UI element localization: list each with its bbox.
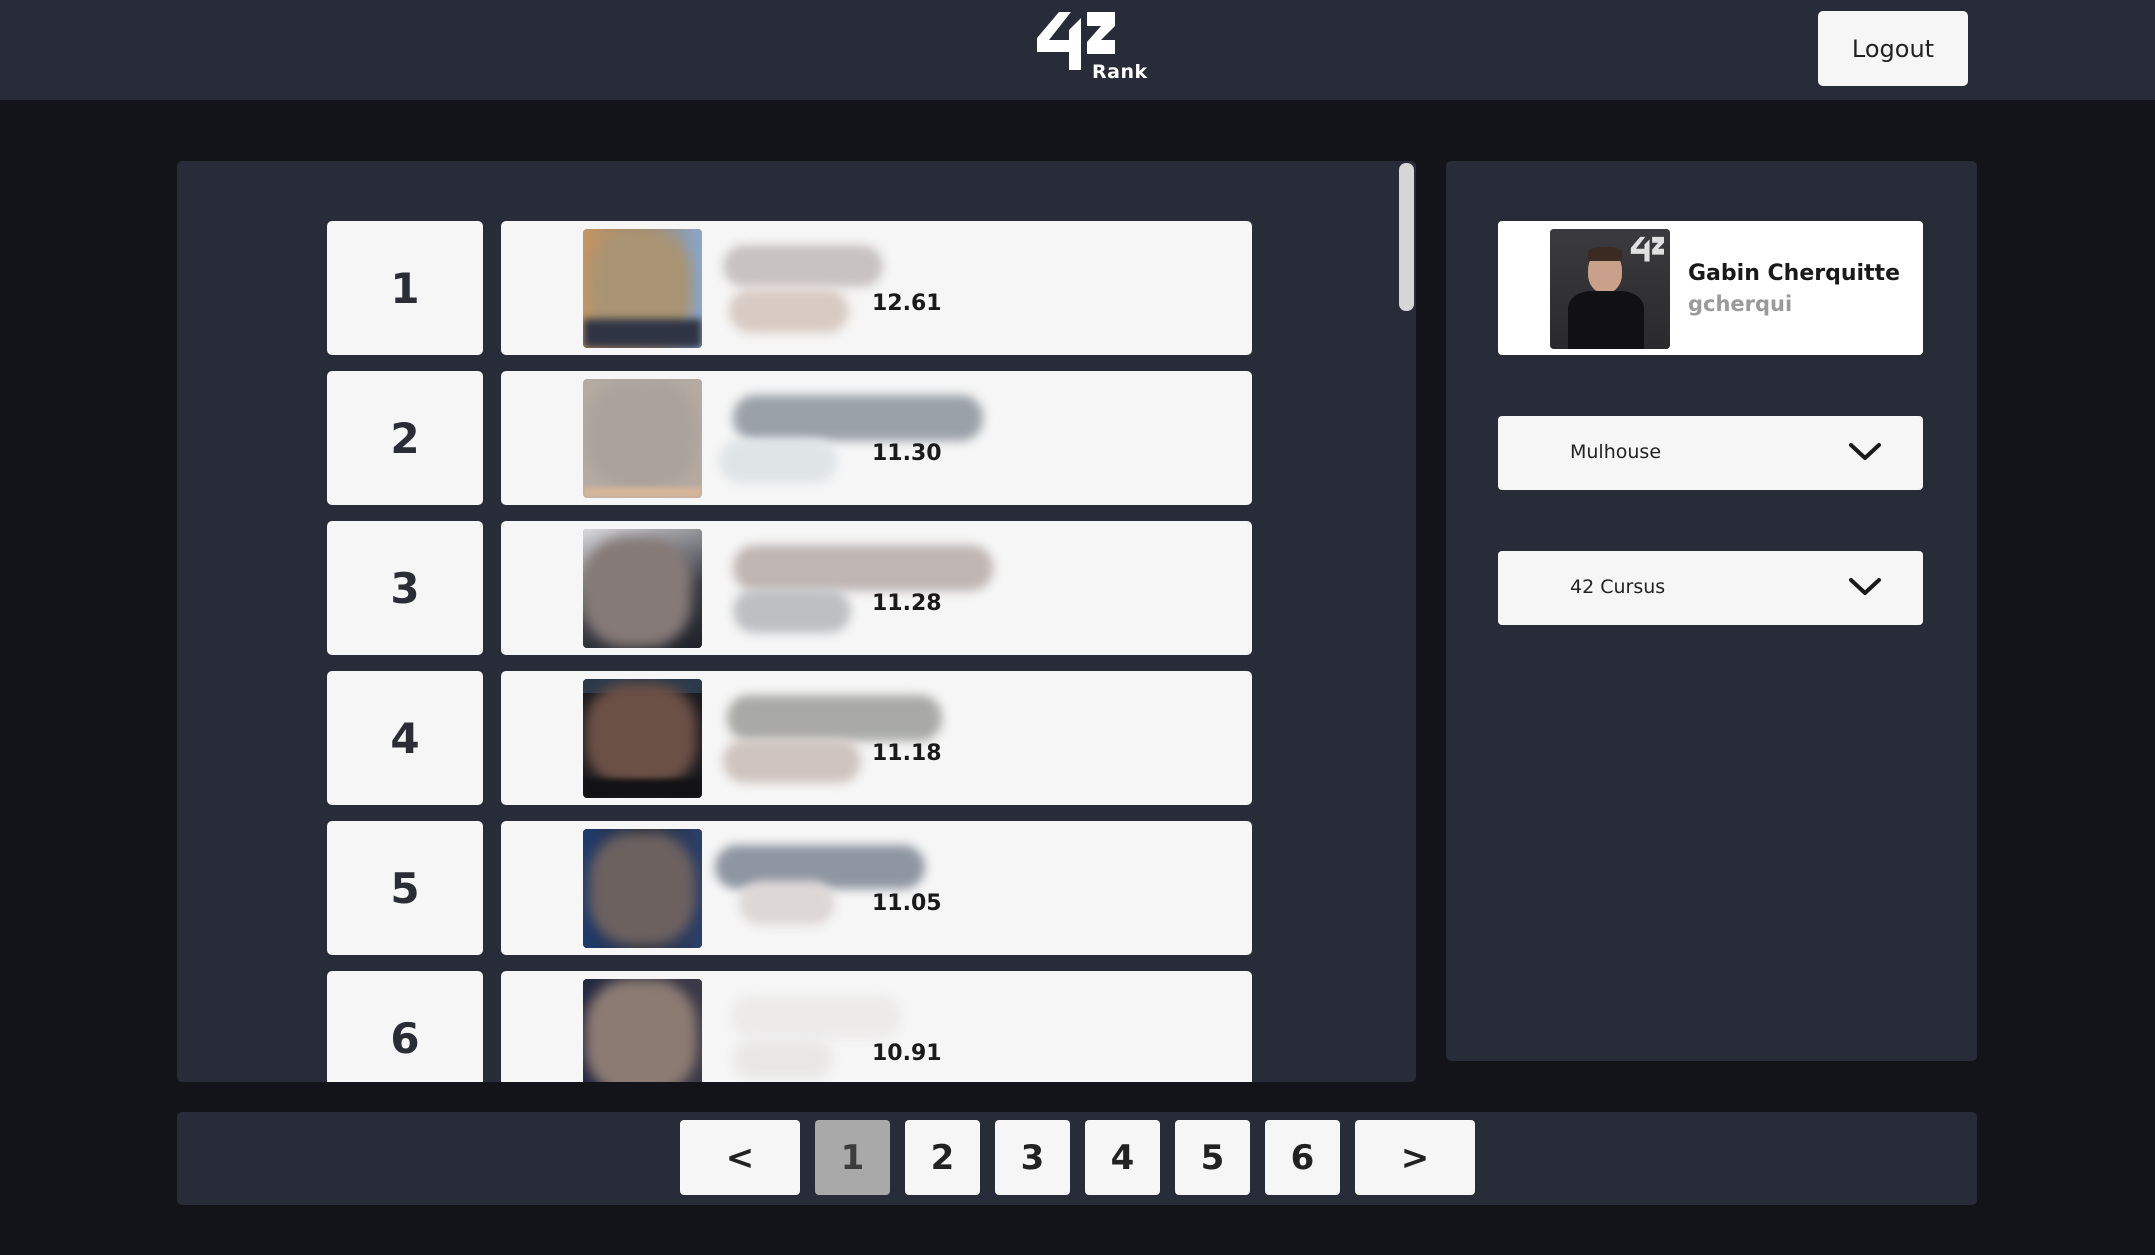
avatar bbox=[583, 529, 702, 648]
blurred-name bbox=[733, 545, 993, 591]
blurred-login bbox=[719, 439, 837, 483]
blurred-login bbox=[729, 289, 849, 333]
leaderboard-panel: 1 12.61 2 11.30 3 11.28 4 11.18 5 11.05 … bbox=[177, 161, 1416, 1082]
user-card[interactable]: 10.91 bbox=[501, 971, 1252, 1082]
avatar bbox=[583, 379, 702, 498]
pagination: < 1 2 3 4 5 6 > bbox=[177, 1112, 1977, 1205]
side-panel: Gabin Cherquitte gcherqui Mulhouse 42 Cu… bbox=[1446, 161, 1977, 1061]
scrollbar-thumb[interactable] bbox=[1399, 163, 1414, 311]
rank-number: 5 bbox=[327, 821, 483, 955]
profile-name: Gabin Cherquitte bbox=[1688, 261, 1900, 286]
cursus-select[interactable]: 42 Cursus bbox=[1498, 551, 1923, 625]
rank-number: 2 bbox=[327, 371, 483, 505]
blurred-name bbox=[723, 245, 883, 287]
profile-card[interactable]: Gabin Cherquitte gcherqui bbox=[1498, 221, 1923, 355]
page-button-6[interactable]: 6 bbox=[1265, 1120, 1340, 1195]
campus-select-value: Mulhouse bbox=[1570, 441, 1662, 463]
page-button-1[interactable]: 1 bbox=[815, 1120, 890, 1195]
avatar bbox=[583, 229, 702, 348]
leaderboard-row[interactable]: 2 11.30 bbox=[177, 371, 1277, 505]
page-button-4[interactable]: 4 bbox=[1085, 1120, 1160, 1195]
blurred-login bbox=[739, 881, 835, 925]
rank-number: 6 bbox=[327, 971, 483, 1082]
rank-number: 1 bbox=[327, 221, 483, 355]
avatar bbox=[583, 829, 702, 948]
user-card[interactable]: 11.28 bbox=[501, 521, 1252, 655]
leaderboard-row[interactable]: 5 11.05 bbox=[177, 821, 1277, 955]
profile-avatar bbox=[1550, 229, 1670, 349]
user-level: 11.30 bbox=[872, 441, 942, 466]
chevron-down-icon bbox=[1849, 443, 1881, 460]
blurred-login bbox=[733, 589, 851, 633]
user-card[interactable]: 11.05 bbox=[501, 821, 1252, 955]
user-level: 12.61 bbox=[872, 291, 942, 316]
cursus-select-value: 42 Cursus bbox=[1570, 576, 1666, 598]
user-level: 11.18 bbox=[872, 741, 942, 766]
leaderboard-row[interactable]: 3 11.28 bbox=[177, 521, 1277, 655]
page-button-2[interactable]: 2 bbox=[905, 1120, 980, 1195]
rank-number: 3 bbox=[327, 521, 483, 655]
prev-page-button[interactable]: < bbox=[680, 1120, 800, 1195]
user-level: 11.05 bbox=[872, 891, 942, 916]
user-card[interactable]: 11.30 bbox=[501, 371, 1252, 505]
campus-select[interactable]: Mulhouse bbox=[1498, 416, 1923, 490]
user-level: 10.91 bbox=[872, 1041, 942, 1066]
avatar bbox=[583, 979, 702, 1082]
leaderboard-row[interactable]: 6 10.91 bbox=[177, 971, 1277, 1082]
blurred-login bbox=[733, 1039, 833, 1079]
leaderboard-row[interactable]: 4 11.18 bbox=[177, 671, 1277, 805]
user-card[interactable]: 12.61 bbox=[501, 221, 1252, 355]
avatar bbox=[583, 679, 702, 798]
blurred-name bbox=[731, 995, 901, 1039]
app-logo[interactable]: Rank bbox=[1035, 8, 1148, 88]
logout-button[interactable]: Logout bbox=[1818, 11, 1968, 86]
logo-subtitle: Rank bbox=[1092, 61, 1148, 83]
top-bar: Rank Logout bbox=[0, 0, 2155, 100]
rank-number: 4 bbox=[327, 671, 483, 805]
page-button-3[interactable]: 3 bbox=[995, 1120, 1070, 1195]
page-button-5[interactable]: 5 bbox=[1175, 1120, 1250, 1195]
chevron-down-icon bbox=[1849, 578, 1881, 595]
next-page-button[interactable]: > bbox=[1355, 1120, 1475, 1195]
profile-login: gcherqui bbox=[1688, 292, 1793, 316]
blurred-name bbox=[733, 395, 983, 441]
leaderboard-row[interactable]: 1 12.61 bbox=[177, 221, 1277, 355]
user-card[interactable]: 11.18 bbox=[501, 671, 1252, 805]
blurred-login bbox=[723, 739, 861, 783]
blurred-name bbox=[727, 695, 942, 741]
user-level: 11.28 bbox=[872, 591, 942, 616]
